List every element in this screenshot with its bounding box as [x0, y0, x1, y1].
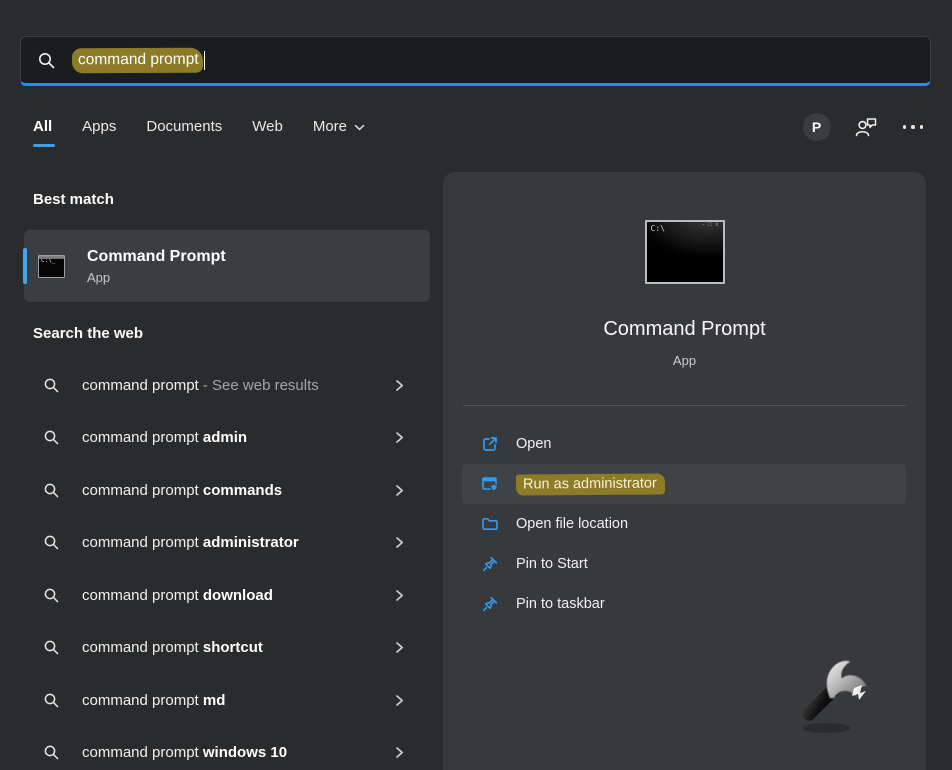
chevron-right-icon[interactable] [393, 379, 406, 392]
web-suggestion-text: command prompt windows 10 [82, 744, 287, 761]
folder-icon [481, 515, 499, 533]
web-suggestion-row[interactable]: command prompt commands [0, 464, 440, 517]
best-match-result[interactable]: Command Prompt App [24, 230, 430, 302]
web-suggestion-row[interactable]: command prompt - See web results [0, 359, 440, 412]
chevron-right-icon[interactable] [393, 694, 406, 707]
command-prompt-icon-large [645, 220, 725, 284]
action-label: Open [516, 436, 551, 452]
chevron-down-icon [354, 122, 365, 133]
search-query-text: command prompt [78, 50, 199, 68]
web-suggestion-row[interactable]: command prompt windows 10 [0, 727, 440, 770]
feedback-icon[interactable] [853, 114, 879, 140]
tab-label: Apps [82, 118, 116, 135]
search-input[interactable]: command prompt [20, 36, 931, 86]
web-suggestion-row[interactable]: command prompt shortcut [0, 622, 440, 675]
web-suggestion-row[interactable]: command prompt md [0, 674, 440, 727]
hammer-cursor-image [790, 648, 890, 748]
search-icon [43, 587, 60, 604]
tab-web[interactable]: Web [252, 118, 283, 147]
pin-icon [481, 555, 499, 573]
web-suggestion-text: command prompt download [82, 587, 273, 604]
window-shield-icon [481, 475, 499, 493]
search-icon [43, 744, 60, 761]
search-icon [43, 482, 60, 499]
search-icon [37, 51, 56, 70]
web-suggestion-text: command prompt - See web results [82, 377, 319, 394]
action-pin-to-start[interactable]: Pin to Start [462, 544, 906, 584]
best-match-header: Best match [33, 191, 114, 208]
web-suggestion-text: command prompt commands [82, 482, 282, 499]
search-icon [43, 534, 60, 551]
tab-label: More [313, 118, 347, 135]
tab-label: All [33, 118, 52, 135]
text-caret [204, 51, 206, 70]
tab-documents[interactable]: Documents [146, 118, 222, 147]
web-suggestion-row[interactable]: command prompt download [0, 569, 440, 622]
search-filter-tabs: All Apps Documents Web More [33, 118, 365, 147]
action-open[interactable]: Open [462, 424, 906, 464]
chevron-right-icon[interactable] [393, 536, 406, 549]
action-pin-to-taskbar[interactable]: Pin to taskbar [462, 584, 906, 624]
chevron-right-icon[interactable] [393, 641, 406, 654]
action-label: Open file location [516, 516, 628, 532]
header-icons: P [803, 113, 926, 141]
web-suggestion-row[interactable]: command prompt administrator [0, 517, 440, 570]
web-suggestion-text: command prompt shortcut [82, 639, 263, 656]
search-icon [43, 639, 60, 656]
web-suggestion-row[interactable]: command prompt admin [0, 412, 440, 465]
web-suggestion-text: command prompt admin [82, 429, 247, 446]
chevron-right-icon[interactable] [393, 746, 406, 759]
app-title: Command Prompt [443, 318, 926, 341]
tab-label: Web [252, 118, 283, 135]
search-web-header: Search the web [33, 325, 143, 342]
best-match-title: Command Prompt [87, 248, 226, 266]
search-icon [43, 429, 60, 446]
search-icon [43, 377, 60, 394]
web-suggestion-text: command prompt md [82, 692, 225, 709]
action-label: Pin to taskbar [516, 596, 605, 612]
annotation-highlight: Run as administrator [516, 473, 665, 495]
preview-panel: Command Prompt App Open Run as administra… [443, 172, 926, 770]
tab-label: Documents [146, 118, 222, 135]
tab-more[interactable]: More [313, 118, 365, 147]
selection-indicator [23, 248, 27, 284]
open-external-icon [481, 435, 499, 453]
search-query-highlighted: command prompt [72, 47, 203, 73]
windows-search-flyout: command prompt All Apps Documents Web More P… [0, 0, 952, 770]
action-label: Pin to Start [516, 556, 588, 572]
web-suggestions-list: command prompt - See web results command … [0, 359, 440, 770]
pin-icon [481, 595, 499, 613]
web-suggestion-text: command prompt administrator [82, 534, 299, 551]
app-actions-list: Open Run as administrator Open file locati… [443, 424, 926, 624]
action-open-file-location[interactable]: Open file location [462, 504, 906, 544]
action-label: Run as administrator [516, 474, 665, 495]
best-match-subtitle: App [87, 270, 226, 285]
more-options-icon[interactable] [901, 121, 926, 133]
command-prompt-icon [38, 255, 65, 278]
search-icon [43, 692, 60, 709]
user-avatar[interactable]: P [803, 113, 831, 141]
chevron-right-icon[interactable] [393, 484, 406, 497]
action-run-as-administrator[interactable]: Run as administrator [462, 464, 906, 504]
tab-all[interactable]: All [33, 118, 52, 147]
chevron-right-icon[interactable] [393, 431, 406, 444]
divider [463, 405, 906, 406]
tab-apps[interactable]: Apps [82, 118, 116, 147]
chevron-right-icon[interactable] [393, 589, 406, 602]
app-subtitle: App [443, 353, 926, 368]
